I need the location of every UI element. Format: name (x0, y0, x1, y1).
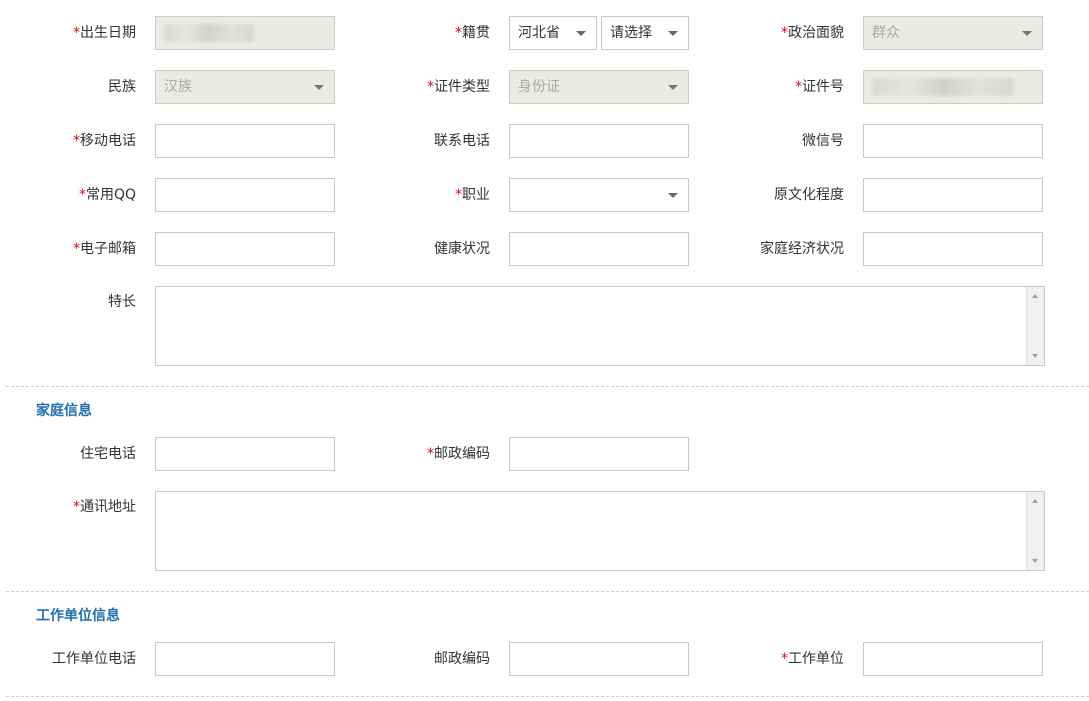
work-unit-input[interactable] (863, 642, 1043, 676)
economy-label: 家庭经济状况 (760, 241, 844, 257)
birth-date-field (155, 16, 335, 50)
work-section-title: 工作单位信息 (36, 608, 120, 624)
scrollbar[interactable] (1026, 287, 1044, 365)
contact-phone-label: 联系电话 (434, 133, 490, 149)
mobile-label: *移动电话 (73, 133, 136, 149)
address-label: *通讯地址 (73, 499, 136, 515)
redacted-value (164, 24, 254, 42)
health-input[interactable] (509, 232, 689, 266)
scroll-down-icon[interactable] (1032, 354, 1038, 358)
email-input[interactable] (155, 232, 335, 266)
section-divider (6, 696, 1089, 697)
education-input[interactable] (863, 178, 1043, 212)
ethnic-select: 汉族 (155, 70, 335, 104)
political-status-label: *政治面貌 (781, 25, 844, 41)
home-phone-label: 住宅电话 (80, 446, 136, 462)
native-place-label: *籍贯 (455, 25, 490, 41)
birth-date-label: *出生日期 (73, 25, 136, 41)
occupation-select[interactable] (509, 178, 689, 212)
political-status-select: 群众 (863, 16, 1043, 50)
specialty-textarea[interactable] (155, 286, 1045, 366)
ethnic-label: 民族 (108, 79, 136, 95)
province-select[interactable]: 河北省 (509, 16, 597, 50)
scrollbar[interactable] (1026, 492, 1044, 570)
chevron-down-icon (668, 31, 678, 36)
contact-phone-input[interactable] (509, 124, 689, 158)
qq-input[interactable] (155, 178, 335, 212)
chevron-down-icon (1022, 31, 1032, 36)
id-type-label: *证件类型 (427, 79, 490, 95)
redacted-value (872, 78, 1014, 96)
political-status-value: 群众 (872, 25, 900, 41)
id-type-select: 身份证 (509, 70, 689, 104)
work-zip-label: 邮政编码 (434, 651, 490, 667)
id-type-value: 身份证 (518, 79, 560, 95)
chevron-down-icon (576, 31, 586, 36)
chevron-down-icon (314, 85, 324, 90)
section-divider (6, 591, 1089, 592)
chevron-down-icon (668, 193, 678, 198)
family-zip-input[interactable] (509, 437, 689, 471)
ethnic-value: 汉族 (164, 79, 192, 95)
id-number-label: *证件号 (795, 79, 844, 95)
work-phone-input[interactable] (155, 642, 335, 676)
work-phone-label: 工作单位电话 (52, 651, 136, 667)
wechat-label: 微信号 (802, 133, 844, 149)
family-zip-label: *邮政编码 (427, 446, 490, 462)
work-unit-label: *工作单位 (781, 651, 844, 667)
city-value: 请选择 (610, 25, 652, 41)
home-phone-input[interactable] (155, 437, 335, 471)
section-divider (6, 386, 1089, 387)
specialty-label: 特长 (108, 294, 136, 310)
qq-label: *常用QQ (78, 187, 136, 203)
scroll-down-icon[interactable] (1032, 559, 1038, 563)
mobile-input[interactable] (155, 124, 335, 158)
health-label: 健康状况 (434, 241, 490, 257)
email-label: *电子邮箱 (73, 241, 136, 257)
family-section-title: 家庭信息 (36, 403, 92, 419)
education-label: 原文化程度 (774, 187, 844, 203)
address-textarea[interactable] (155, 491, 1045, 571)
wechat-input[interactable] (863, 124, 1043, 158)
chevron-down-icon (668, 85, 678, 90)
scroll-up-icon[interactable] (1032, 499, 1038, 503)
city-select[interactable]: 请选择 (601, 16, 689, 50)
id-number-field (863, 70, 1043, 104)
occupation-label: *职业 (455, 187, 490, 203)
work-zip-input[interactable] (509, 642, 689, 676)
province-value: 河北省 (518, 25, 560, 41)
scroll-up-icon[interactable] (1032, 294, 1038, 298)
economy-input[interactable] (863, 232, 1043, 266)
